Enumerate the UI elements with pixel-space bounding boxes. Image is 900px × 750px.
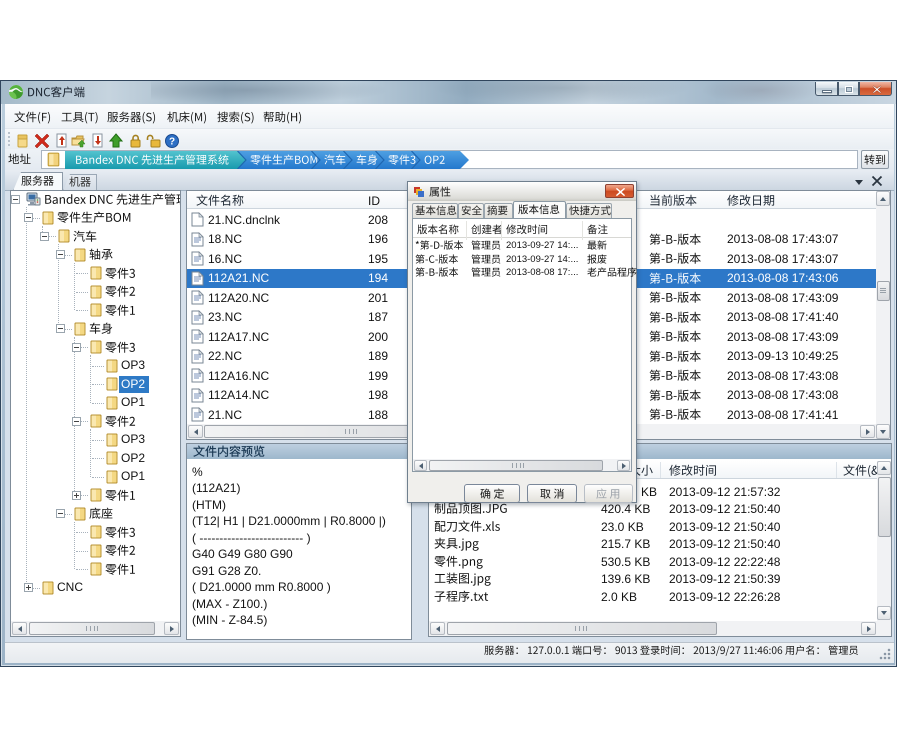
svg-text:?: ? xyxy=(169,137,175,148)
